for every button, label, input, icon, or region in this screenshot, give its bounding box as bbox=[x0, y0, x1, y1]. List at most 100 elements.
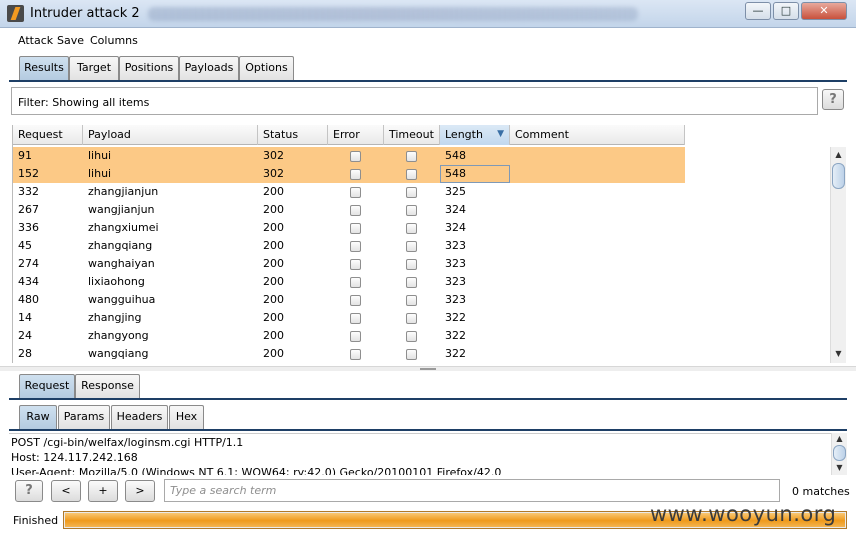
error-checkbox bbox=[350, 277, 361, 288]
error-checkbox bbox=[350, 151, 361, 162]
table-row[interactable]: 480 wangguihua 200 323 bbox=[13, 291, 685, 309]
table-row[interactable]: 336 zhangxiumei 200 324 bbox=[13, 219, 685, 237]
editor-scroll-up-icon[interactable]: ▲ bbox=[832, 433, 847, 445]
filter-help-button[interactable]: ? bbox=[822, 89, 844, 110]
column-comment[interactable]: Comment bbox=[510, 125, 685, 145]
table-row[interactable]: 332 zhangjianjun 200 325 bbox=[13, 183, 685, 201]
detail-tab-underline bbox=[9, 398, 847, 400]
cell-payload: zhangxiumei bbox=[88, 221, 159, 234]
tab-positions[interactable]: Positions bbox=[119, 56, 179, 80]
column-status[interactable]: Status bbox=[258, 125, 328, 145]
tab-raw[interactable]: Raw bbox=[19, 405, 57, 429]
cell-status: 200 bbox=[263, 347, 284, 360]
column-length[interactable]: Length ▼ bbox=[440, 125, 510, 145]
cell-length: 322 bbox=[445, 347, 466, 360]
search-input[interactable] bbox=[164, 479, 780, 502]
scroll-up-arrow-icon[interactable]: ▲ bbox=[831, 148, 846, 162]
cell-length: 322 bbox=[445, 329, 466, 342]
table-row[interactable]: 274 wanghaiyan 200 323 bbox=[13, 255, 685, 273]
cell-payload: lixiaohong bbox=[88, 275, 145, 288]
minimize-button[interactable]: — bbox=[745, 2, 771, 20]
cell-payload: wangguihua bbox=[88, 293, 156, 306]
cell-payload: zhangjianjun bbox=[88, 185, 159, 198]
cell-length: 324 bbox=[445, 203, 466, 216]
cell-request: 24 bbox=[18, 329, 32, 342]
cell-length: 322 bbox=[445, 311, 466, 324]
error-checkbox bbox=[350, 241, 361, 252]
table-row[interactable]: 14 zhangjing 200 322 bbox=[13, 309, 685, 327]
timeout-checkbox bbox=[406, 187, 417, 198]
cell-request: 274 bbox=[18, 257, 39, 270]
tab-request[interactable]: Request bbox=[19, 374, 75, 398]
cell-status: 200 bbox=[263, 275, 284, 288]
table-row[interactable]: 91 lihui 302 548 bbox=[13, 147, 685, 165]
menu-attack[interactable]: Attack bbox=[18, 34, 53, 47]
column-payload[interactable]: Payload bbox=[83, 125, 258, 145]
scroll-down-arrow-icon[interactable]: ▼ bbox=[831, 347, 846, 361]
cell-length: 323 bbox=[445, 239, 466, 252]
error-checkbox bbox=[350, 187, 361, 198]
sort-descending-icon: ▼ bbox=[497, 129, 504, 139]
filter-label: Filter: Showing all items bbox=[18, 96, 150, 109]
timeout-checkbox bbox=[406, 349, 417, 360]
blurred-caption bbox=[148, 7, 638, 21]
cell-length: 548 bbox=[445, 149, 466, 162]
scroll-thumb[interactable] bbox=[832, 163, 845, 189]
table-row[interactable]: 434 lixiaohong 200 323 bbox=[13, 273, 685, 291]
column-request[interactable]: Request bbox=[13, 125, 83, 145]
timeout-checkbox bbox=[406, 313, 417, 324]
cell-payload: zhangyong bbox=[88, 329, 149, 342]
editor-scrollbar[interactable]: ▲ ▼ bbox=[831, 433, 847, 475]
results-scrollbar[interactable]: ▲ ▼ bbox=[830, 147, 846, 363]
table-row[interactable]: 152 lihui 302 548 bbox=[13, 165, 685, 183]
column-error[interactable]: Error bbox=[328, 125, 384, 145]
tab-hex[interactable]: Hex bbox=[169, 405, 204, 429]
table-row[interactable]: 267 wangjianjun 200 324 bbox=[13, 201, 685, 219]
table-row[interactable]: 45 zhangqiang 200 323 bbox=[13, 237, 685, 255]
search-next-button[interactable]: > bbox=[125, 480, 155, 502]
status-text: Finished bbox=[13, 514, 59, 527]
tab-target[interactable]: Target bbox=[69, 56, 119, 80]
tab-options[interactable]: Options bbox=[239, 56, 294, 80]
tab-response[interactable]: Response bbox=[75, 374, 140, 398]
view-tab-underline bbox=[9, 429, 847, 431]
error-checkbox bbox=[350, 205, 361, 216]
search-help-button[interactable]: ? bbox=[15, 480, 43, 502]
editor-scroll-thumb[interactable] bbox=[833, 445, 846, 461]
menu-columns[interactable]: Columns bbox=[90, 34, 138, 47]
tab-headers[interactable]: Headers bbox=[111, 405, 168, 429]
cell-payload: wangqiang bbox=[88, 347, 149, 360]
table-row[interactable]: 28 wangqiang 200 322 bbox=[13, 345, 685, 363]
filter-bar[interactable]: Filter: Showing all items bbox=[11, 87, 818, 115]
timeout-checkbox bbox=[406, 331, 417, 342]
tab-underline bbox=[9, 80, 847, 82]
error-checkbox bbox=[350, 313, 361, 324]
close-button[interactable]: ✕ bbox=[801, 2, 847, 20]
raw-request-editor[interactable]: POST /cgi-bin/welfax/loginsm.cgi HTTP/1.… bbox=[9, 433, 831, 475]
timeout-checkbox bbox=[406, 205, 417, 216]
column-timeout[interactable]: Timeout bbox=[384, 125, 440, 145]
tab-payloads[interactable]: Payloads bbox=[179, 56, 239, 80]
cell-length: 323 bbox=[445, 293, 466, 306]
cell-payload: zhangjing bbox=[88, 311, 142, 324]
search-previous-button[interactable]: < bbox=[51, 480, 81, 502]
cell-status: 302 bbox=[263, 167, 284, 180]
watermark: www.wooyun.org bbox=[650, 502, 837, 526]
cell-request: 45 bbox=[18, 239, 32, 252]
editor-scroll-down-icon[interactable]: ▼ bbox=[832, 462, 847, 474]
tab-results[interactable]: Results bbox=[19, 56, 69, 80]
search-add-button[interactable]: + bbox=[88, 480, 118, 502]
menu-bar: Attack Save Columns bbox=[8, 30, 848, 52]
timeout-checkbox bbox=[406, 151, 417, 162]
tab-params[interactable]: Params bbox=[58, 405, 110, 429]
table-row[interactable]: 24 zhangyong 200 322 bbox=[13, 327, 685, 345]
menu-save[interactable]: Save bbox=[57, 34, 84, 47]
cell-request: 91 bbox=[18, 149, 32, 162]
cell-length: 323 bbox=[445, 257, 466, 270]
cell-status: 200 bbox=[263, 311, 284, 324]
timeout-checkbox bbox=[406, 277, 417, 288]
splitter-grip-icon[interactable] bbox=[420, 368, 436, 370]
request-line: POST /cgi-bin/welfax/loginsm.cgi HTTP/1.… bbox=[11, 436, 244, 449]
pane-splitter[interactable] bbox=[0, 366, 856, 371]
maximize-button[interactable]: □ bbox=[773, 2, 799, 20]
